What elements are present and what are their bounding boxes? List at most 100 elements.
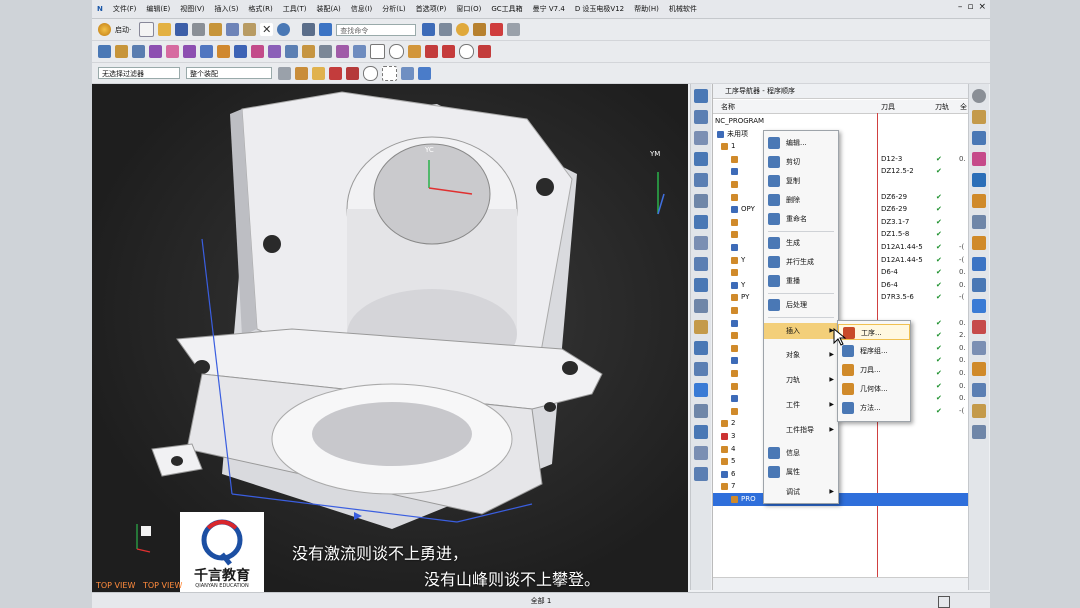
close-icon[interactable]: × [978,2,986,12]
print-icon[interactable] [192,23,206,36]
scale-body-icon[interactable] [442,45,455,58]
menu-view[interactable]: 视图(V) [175,4,209,14]
menu-preferences[interactable]: 首选项(P) [411,4,452,14]
undo-icon[interactable] [277,23,291,36]
reuse-library-icon[interactable] [972,215,986,229]
endpoint-icon[interactable] [329,66,342,80]
menu-machine[interactable]: 机械软件 [664,4,702,14]
operation-row[interactable]: DZ12.5-2 ✔ [713,165,969,178]
ctx-object[interactable]: 对象 ▶ [764,347,838,363]
shading-icon[interactable] [456,23,470,36]
operation-row[interactable]: 7 [713,480,969,493]
command-finder-icon[interactable] [319,23,333,36]
ctx-edit[interactable]: 编辑... [764,135,838,151]
operation-row[interactable]: OPY DZ6-29 ✔ [713,203,969,216]
constraint-navigator-icon[interactable] [972,152,986,166]
operation-row[interactable]: 5 [713,455,969,468]
graphics-viewport[interactable]: YC YM 千言教育 QIANYAN EDUCATION 没有激流则谈不上勇进，… [92,84,688,592]
operation-row[interactable]: Y D6-4 ✔ 0. [713,279,969,292]
paste-icon[interactable] [243,23,257,36]
menu-tools[interactable]: 工具(T) [278,4,312,14]
start-icon[interactable] [98,23,111,36]
operation-row[interactable]: D12-3 ✔ 0. [713,153,969,166]
program-root-row[interactable]: NC_PROGRAM [713,115,969,128]
operation-row[interactable] [713,178,969,191]
create-tool-icon[interactable] [694,110,708,124]
menu-insert[interactable]: 插入(S) [210,4,244,14]
sketch-icon[interactable] [98,45,111,58]
method-view-icon[interactable] [694,257,708,271]
ctx-work-instructions[interactable]: 工件指导 ▶ [764,422,838,438]
operation-row[interactable]: DZ6-29 ✔ [713,191,969,204]
menu-help[interactable]: 帮助(H) [629,4,664,14]
create-program-icon[interactable] [694,89,708,103]
copy-icon[interactable] [226,23,240,36]
pocket-icon[interactable] [200,45,213,58]
process-studio-icon[interactable] [972,320,986,334]
operation-row[interactable]: DZ3.1-7 ✔ [713,216,969,229]
sub-program-group[interactable]: 程序组... [838,343,910,359]
menu-plugin-b[interactable]: D 设玉电极V12 [570,4,629,14]
edge-blend-icon[interactable] [285,45,298,58]
select-settings-icon[interactable] [278,66,291,80]
create-operation-icon[interactable] [694,173,708,187]
open-folder-icon[interactable] [158,23,172,36]
generate-icon[interactable] [694,278,708,292]
view-cube-icon[interactable] [401,66,414,80]
menu-format[interactable]: 格式(R) [243,4,277,14]
operation-row[interactable]: 1 [713,140,969,153]
history-icon[interactable] [972,278,986,292]
operation-row[interactable]: D6-4 ✔ 0. [713,266,969,279]
ctx-generate[interactable]: 生成 [764,235,838,251]
ctx-delete[interactable]: 删除 [764,192,838,208]
ctx-insert[interactable]: 插入 ▶ [764,323,838,339]
extrude-icon[interactable] [115,45,128,58]
intersect-icon[interactable] [268,45,281,58]
offset-face-icon[interactable] [425,45,438,58]
web-browser-icon[interactable] [972,257,986,271]
ctx-workpiece[interactable]: 工件 ▶ [764,397,838,413]
snap-view-icon[interactable] [422,23,436,36]
fullscreen-icon[interactable] [938,596,950,608]
ctx-replay[interactable]: 重播 [764,273,838,289]
menu-file[interactable]: 文件(F) [108,4,142,14]
operation-row[interactable] [713,304,969,317]
ctx-postprocess[interactable]: 后处理 [764,297,838,313]
menu-assembly[interactable]: 装配(A) [312,4,346,14]
operation-row[interactable]: Y D12A1.44-5 ✔ -( [713,254,969,267]
output-cls-icon[interactable] [694,383,708,397]
menu-edit[interactable]: 编辑(E) [141,4,175,14]
sub-operation[interactable]: 工序... [838,324,910,340]
system-scene-icon[interactable] [972,383,986,397]
subtract-icon[interactable] [251,45,264,58]
verify-icon[interactable] [694,320,708,334]
sub-tool[interactable]: 刀具... [838,362,910,378]
chamfer-icon[interactable] [302,45,315,58]
machine-view-icon[interactable] [694,215,708,229]
col-tool[interactable]: 刀具 [881,102,895,112]
assembly-navigator-icon[interactable] [972,131,986,145]
ctx-copy[interactable]: 复制 [764,173,838,189]
hole-icon[interactable] [149,45,162,58]
palette-icon[interactable] [972,404,986,418]
pad-icon[interactable] [183,45,196,58]
machine-tool-navigator-icon[interactable] [972,194,986,208]
shell-icon[interactable] [319,45,332,58]
menu-window[interactable]: 窗口(O) [451,4,486,14]
col-name[interactable]: 名称 [721,102,735,112]
info-icon[interactable] [694,467,708,481]
command-search-input[interactable]: 查找命令 [336,23,417,36]
create-method-icon[interactable] [694,152,708,166]
section-icon[interactable] [490,23,504,36]
sub-method[interactable]: 方法... [838,400,910,416]
app-icon[interactable]: N [92,5,108,13]
menu-analysis[interactable]: 分析(L) [377,4,410,14]
shaded-cube-icon[interactable] [418,66,431,80]
ctx-toolpath[interactable]: 刀轨 ▶ [764,372,838,388]
boss-icon[interactable] [166,45,179,58]
settings-gear-icon[interactable] [972,89,986,103]
midpoint-icon[interactable] [346,66,359,80]
ctx-information[interactable]: 信息 [764,445,838,461]
roles-icon[interactable] [972,362,986,376]
ctx-parallel-generate[interactable]: 并行生成 [764,254,838,270]
